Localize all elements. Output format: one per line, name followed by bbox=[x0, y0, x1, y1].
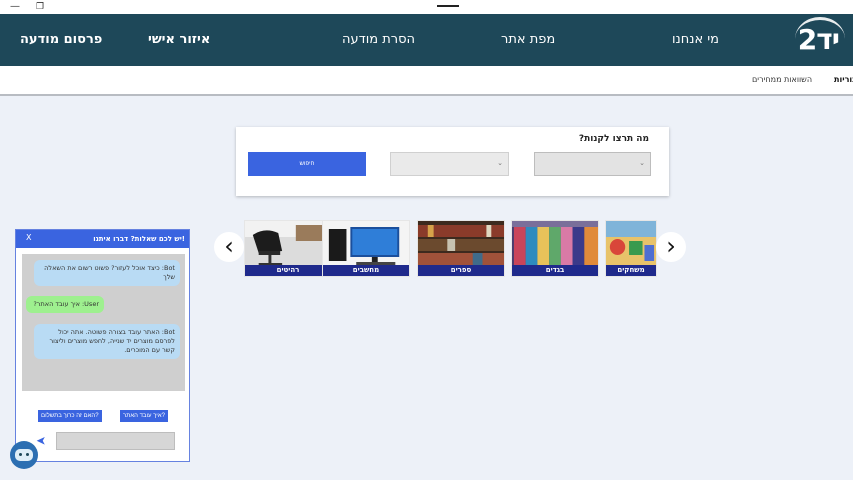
minimize-icon[interactable]: — bbox=[10, 1, 20, 13]
search-button[interactable]: חיפוש bbox=[248, 152, 366, 176]
quick-reply-how-site-works[interactable]: איך עובד האתר? bbox=[120, 410, 168, 422]
carousel-next-button[interactable]: › bbox=[656, 232, 686, 262]
computer-photo bbox=[323, 221, 409, 267]
chat-header: X יש לכם שאלות? דברו איתנו! bbox=[16, 230, 189, 248]
books-photo bbox=[418, 221, 504, 267]
category-label: משחקים bbox=[606, 265, 656, 276]
site-logo[interactable]: יד2 bbox=[783, 14, 853, 66]
chat-message-user: User: איך עובד האתר? bbox=[26, 296, 104, 313]
close-icon[interactable]: X bbox=[26, 233, 31, 242]
chat-message-bot: Bot: כיצד אוכל לעזור? פשוט רשום את השאלה… bbox=[34, 260, 180, 286]
nav-remove-ad[interactable]: הסרת מודעה bbox=[342, 32, 415, 47]
category-card-toys[interactable]: משחקים bbox=[605, 220, 657, 277]
category-card-clothes[interactable]: בגדים bbox=[511, 220, 599, 277]
sub-navigation: קטגוריות השוואות ממחירים bbox=[0, 66, 853, 96]
toys-photo bbox=[606, 221, 656, 267]
category-label: ספרים bbox=[418, 265, 504, 276]
nav-personal-area[interactable]: איזור אישי bbox=[148, 32, 210, 47]
category-select[interactable]: ⌄ bbox=[534, 152, 651, 176]
nav-sitemap[interactable]: מפת אתר bbox=[501, 32, 555, 47]
category-label: בגדים bbox=[512, 265, 598, 276]
chat-message-bot: Bot: האתר עובד בצורה פשוטה. אתה יכול לפר… bbox=[34, 324, 180, 359]
chevron-down-icon: ⌄ bbox=[497, 159, 503, 167]
category-card-computers[interactable]: מחשבים bbox=[322, 220, 410, 277]
search-title: מה תרצו לקנות? bbox=[578, 134, 649, 144]
nav-publish-ad[interactable]: פרסום מודעה bbox=[20, 32, 102, 47]
chatbot-avatar-icon[interactable] bbox=[10, 441, 38, 469]
nav-about[interactable]: מי אנחנו bbox=[672, 32, 719, 47]
clothes-photo bbox=[512, 221, 598, 267]
subcategory-select[interactable]: ⌄ bbox=[390, 152, 509, 176]
chat-input[interactable] bbox=[56, 432, 175, 450]
tab-price-compare[interactable]: השוואות ממחירים bbox=[752, 75, 812, 84]
bot-face bbox=[15, 449, 33, 461]
chat-title: יש לכם שאלות? דברו איתנו! bbox=[93, 235, 185, 243]
furniture-photo bbox=[245, 221, 331, 267]
category-label: רהיטים bbox=[245, 265, 331, 276]
quick-reply-is-it-paid[interactable]: האם זה כרוך בתשלום? bbox=[38, 410, 102, 422]
logo-text: יד2 bbox=[797, 23, 840, 56]
bot-eye bbox=[26, 453, 29, 456]
chat-widget: X יש לכם שאלות? דברו איתנו! Bot: כיצד או… bbox=[15, 229, 190, 462]
category-card-books[interactable]: ספרים bbox=[417, 220, 505, 277]
restore-icon[interactable]: ❐ bbox=[36, 1, 44, 13]
chat-messages: Bot: כיצד אוכל לעזור? פשוט רשום את השאלה… bbox=[22, 254, 185, 391]
carousel-prev-button[interactable]: ‹ bbox=[214, 232, 244, 262]
category-card-furniture[interactable]: רהיטים bbox=[244, 220, 332, 277]
site-header: יד2 מי אנחנו מפת אתר הסרת מודעה איזור אי… bbox=[0, 14, 853, 66]
tab-categories[interactable]: קטגוריות bbox=[834, 75, 853, 84]
search-panel: מה תרצו לקנות? ⌄ ⌄ חיפוש bbox=[236, 127, 669, 196]
window-drag-handle[interactable] bbox=[437, 0, 459, 7]
chevron-down-icon: ⌄ bbox=[639, 159, 645, 167]
window-titlebar: — ❐ bbox=[0, 0, 853, 14]
category-label: מחשבים bbox=[323, 265, 409, 276]
category-carousel: ‹ רהיטים מחשבים ספרים בגדים משחקים › bbox=[214, 220, 686, 278]
send-icon[interactable]: ➤ bbox=[36, 434, 46, 448]
bot-eye bbox=[19, 453, 22, 456]
